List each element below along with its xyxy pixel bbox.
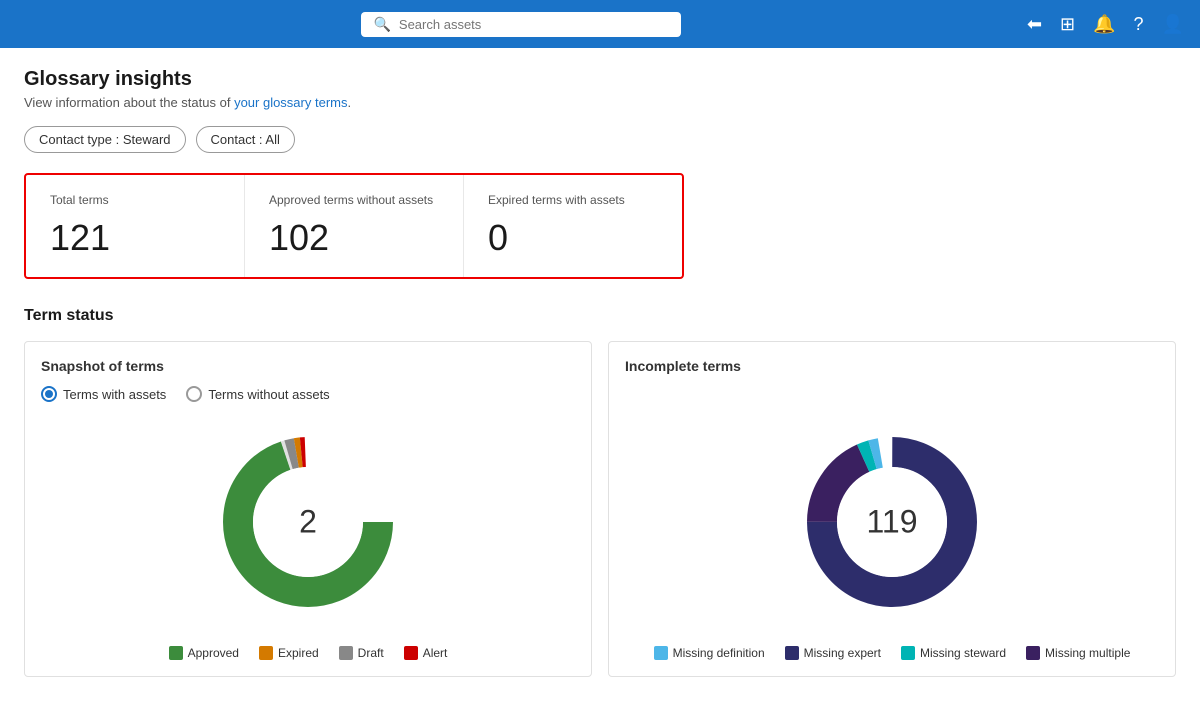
snapshot-donut: 2 [208, 422, 408, 622]
stat-label-expired: Expired terms with assets [488, 193, 658, 207]
legend-label-missing-steward: Missing steward [920, 646, 1006, 660]
legend-color-missing-steward [901, 646, 915, 660]
legend-missing-definition: Missing definition [654, 646, 765, 660]
profile-icon[interactable]: 👤 [1162, 14, 1184, 35]
contact-filter[interactable]: Contact : All [196, 126, 295, 153]
header: 🔍 ⬅ ⊞ 🔔 ? 👤 [0, 0, 1200, 48]
search-bar[interactable]: 🔍 [361, 12, 681, 37]
back-icon[interactable]: ⬅ [1027, 14, 1042, 35]
legend-approved: Approved [169, 646, 239, 660]
help-icon[interactable]: ? [1134, 14, 1144, 35]
radio-unselected-circle [186, 386, 202, 402]
search-input[interactable] [399, 17, 670, 32]
legend-color-missing-multiple [1026, 646, 1040, 660]
incomplete-donut: 119 [792, 422, 992, 622]
legend-color-alert [404, 646, 418, 660]
page-title: Glossary insights [24, 68, 1176, 91]
legend-label-missing-expert: Missing expert [804, 646, 881, 660]
bell-icon[interactable]: 🔔 [1093, 14, 1115, 35]
radio-terms-without-assets[interactable]: Terms without assets [186, 386, 329, 402]
incomplete-panel: Incomplete terms [608, 341, 1176, 677]
page-content: Glossary insights View information about… [0, 48, 1200, 697]
snapshot-title: Snapshot of terms [41, 358, 575, 374]
header-icons: ⬅ ⊞ 🔔 ? 👤 [1027, 14, 1184, 35]
incomplete-legend: Missing definition Missing expert Missin… [625, 646, 1159, 660]
legend-missing-multiple: Missing multiple [1026, 646, 1130, 660]
legend-expired: Expired [259, 646, 319, 660]
snapshot-donut-container: 2 [41, 422, 575, 622]
charts-row: Snapshot of terms Terms with assets Term… [24, 341, 1176, 677]
legend-label-missing-multiple: Missing multiple [1045, 646, 1130, 660]
incomplete-center-value: 119 [866, 504, 917, 541]
stat-card-approved: Approved terms without assets 102 [245, 175, 464, 277]
stat-value-approved: 102 [269, 217, 439, 259]
legend-color-missing-definition [654, 646, 668, 660]
page-subtitle: View information about the status of you… [24, 95, 1176, 110]
legend-color-expired [259, 646, 273, 660]
grid-icon[interactable]: ⊞ [1060, 14, 1075, 35]
legend-color-draft [339, 646, 353, 660]
term-status-title: Term status [24, 307, 1176, 325]
legend-missing-steward: Missing steward [901, 646, 1006, 660]
incomplete-title: Incomplete terms [625, 358, 1159, 374]
stats-container: Total terms 121 Approved terms without a… [24, 173, 684, 279]
stat-value-total: 121 [50, 217, 220, 259]
legend-label-missing-definition: Missing definition [673, 646, 765, 660]
legend-label-approved: Approved [188, 646, 239, 660]
snapshot-panel: Snapshot of terms Terms with assets Term… [24, 341, 592, 677]
legend-color-missing-expert [785, 646, 799, 660]
legend-label-alert: Alert [423, 646, 448, 660]
stat-value-expired: 0 [488, 217, 658, 259]
stat-label-total: Total terms [50, 193, 220, 207]
contact-type-filter[interactable]: Contact type : Steward [24, 126, 186, 153]
stat-label-approved: Approved terms without assets [269, 193, 439, 207]
snapshot-center-value: 2 [299, 504, 317, 541]
subtitle-link[interactable]: your glossary terms [234, 95, 347, 110]
radio-label-with-assets: Terms with assets [63, 387, 166, 402]
legend-label-expired: Expired [278, 646, 319, 660]
incomplete-donut-container: 119 [625, 422, 1159, 622]
radio-selected-circle [41, 386, 57, 402]
filters: Contact type : Steward Contact : All [24, 126, 1176, 153]
radio-group: Terms with assets Terms without assets [41, 386, 575, 402]
legend-draft: Draft [339, 646, 384, 660]
snapshot-legend: Approved Expired Draft Alert [41, 646, 575, 660]
legend-alert: Alert [404, 646, 448, 660]
radio-label-without-assets: Terms without assets [208, 387, 329, 402]
stat-card-expired: Expired terms with assets 0 [464, 175, 682, 277]
stat-card-total: Total terms 121 [26, 175, 245, 277]
legend-missing-expert: Missing expert [785, 646, 881, 660]
radio-terms-with-assets[interactable]: Terms with assets [41, 386, 166, 402]
legend-color-approved [169, 646, 183, 660]
search-icon: 🔍 [373, 16, 390, 33]
legend-label-draft: Draft [358, 646, 384, 660]
